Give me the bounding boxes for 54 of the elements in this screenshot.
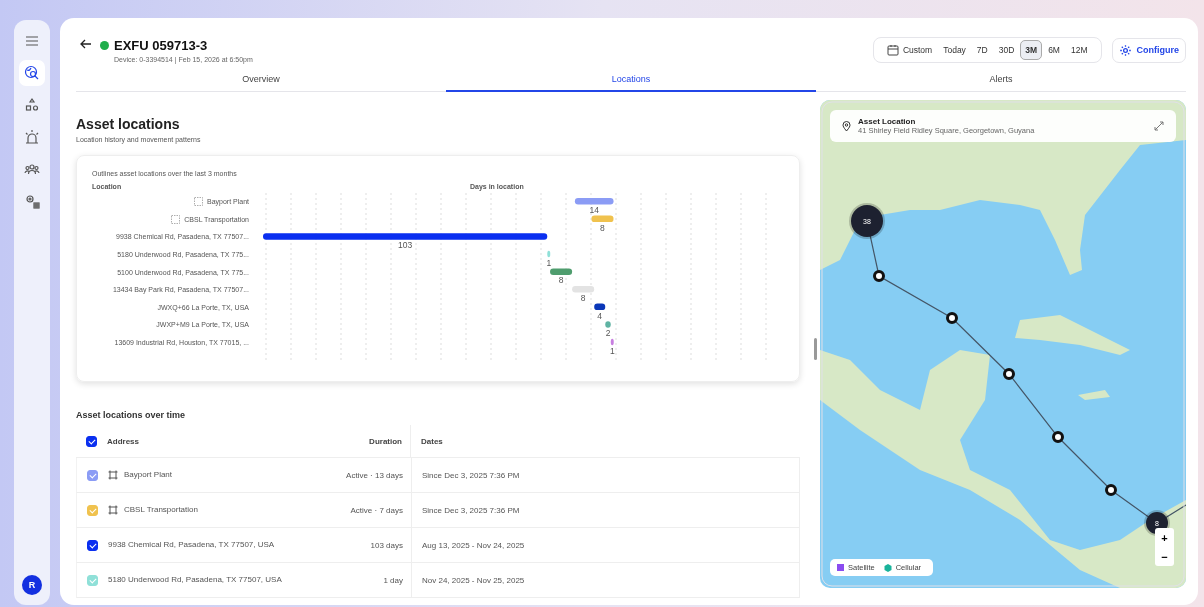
range-option[interactable]: Custom xyxy=(881,40,938,60)
calendar-icon xyxy=(886,44,899,56)
row-checkbox[interactable] xyxy=(87,469,98,481)
range-option[interactable]: 6M xyxy=(1043,40,1065,60)
select-all-checkbox[interactable] xyxy=(86,435,97,447)
resize-handle[interactable] xyxy=(814,337,817,360)
geofence-icon xyxy=(108,470,118,480)
duration-cell: 103 days xyxy=(370,540,403,550)
days-label: 2 xyxy=(605,328,611,339)
range-option[interactable]: 7D xyxy=(971,40,993,60)
range-option[interactable]: 30D xyxy=(993,40,1020,60)
days-label: 14 xyxy=(589,205,599,215)
tab[interactable]: Overview xyxy=(76,69,446,92)
duration-cell: 1 day xyxy=(383,575,403,585)
column-header: Address xyxy=(107,436,139,446)
table-title: Asset locations over time xyxy=(76,410,187,420)
range-option[interactable]: 3M xyxy=(1020,40,1043,60)
days-label: 103 xyxy=(398,240,413,251)
user-avatar[interactable]: R xyxy=(22,575,42,595)
days-label: 1 xyxy=(546,257,552,268)
dates-cell: Since Dec 3, 2025 7:36 PM xyxy=(422,505,520,515)
days-label: 8 xyxy=(600,222,605,233)
dates-cell: Since Dec 3, 2025 7:36 PM xyxy=(422,470,520,480)
location-title: Asset Location xyxy=(858,117,917,126)
column-header: Duration xyxy=(369,436,402,446)
asset-title: EXFU 059713-3 xyxy=(114,37,208,53)
days-label: 8 xyxy=(580,293,586,303)
configure-button[interactable]: Configure xyxy=(1111,37,1186,63)
section-title: Asset locations xyxy=(76,116,181,132)
tab[interactable]: Locations xyxy=(446,69,816,92)
dates-cell: Nov 24, 2025 - Nov 25, 2025 xyxy=(422,575,525,585)
geofence-icon xyxy=(108,505,118,515)
row-checkbox[interactable] xyxy=(87,539,98,551)
range-option[interactable]: Today xyxy=(938,40,971,60)
range-option[interactable]: 12M xyxy=(1065,40,1093,60)
gear-icon xyxy=(1118,43,1132,57)
expand-icon[interactable] xyxy=(1154,121,1164,131)
address-cell: Bayport Plant xyxy=(124,470,173,480)
days-label: 1 xyxy=(609,345,615,356)
dates-cell: Aug 13, 2025 - Nov 24, 2025 xyxy=(422,540,525,550)
geofence-icon xyxy=(171,214,181,224)
duration-cell: Active · 7 days xyxy=(350,505,403,515)
duration-cell: Active · 13 days xyxy=(346,470,403,480)
tab[interactable]: Alerts xyxy=(816,69,1186,92)
days-label: 4 xyxy=(597,310,603,321)
zoom-button[interactable]: − xyxy=(1155,547,1174,566)
geofence-icon xyxy=(193,197,203,207)
address-cell: 9938 Chemical Rd, Pasadena, TX 77507, USA xyxy=(108,540,275,550)
globe-search-icon[interactable] xyxy=(19,60,45,86)
address-cell: 5180 Underwood Rd, Pasadena, TX 77507, USA xyxy=(108,575,282,585)
address-cell: CBSL Transportation xyxy=(124,505,198,515)
days-label: 8 xyxy=(558,275,564,286)
location-pin-icon xyxy=(842,120,851,132)
column-header: Dates xyxy=(421,436,443,446)
